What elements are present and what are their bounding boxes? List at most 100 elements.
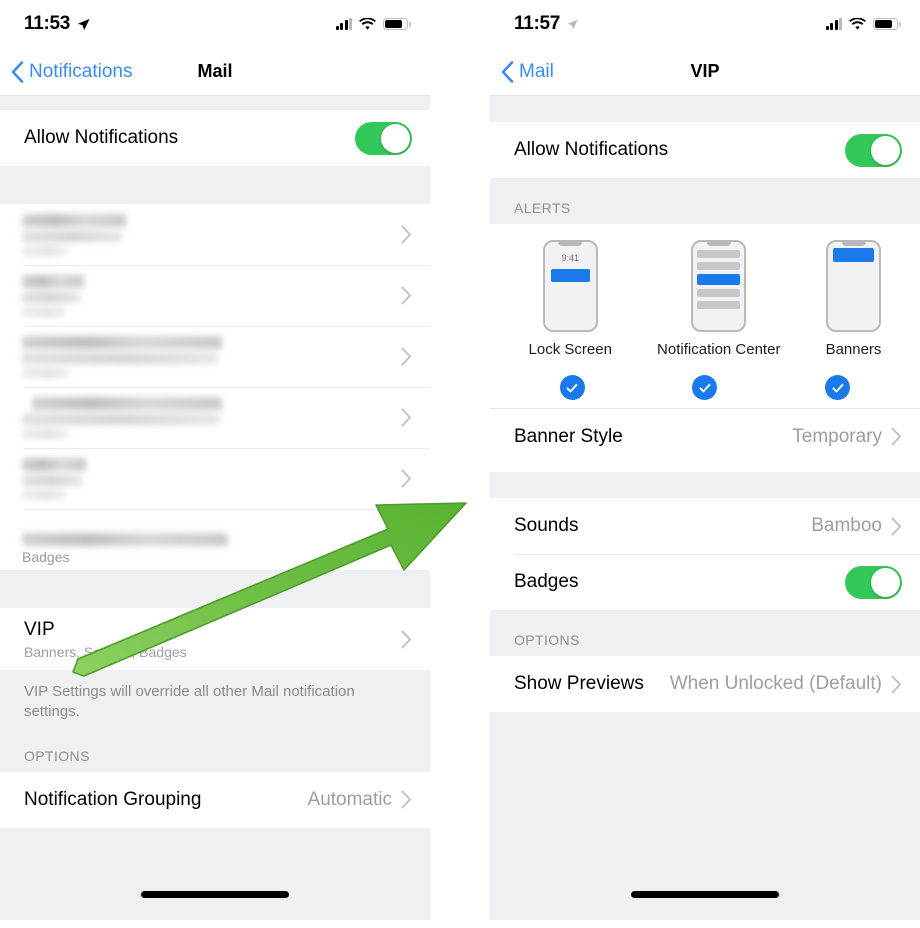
right-phone-screen: 11:57 Mail VIP Allow Notifications ALERT…: [490, 0, 920, 920]
left-status-left: 11:53: [24, 13, 91, 35]
options-group: Notification Grouping Automatic: [0, 771, 430, 828]
allow-notifications-group: Allow Notifications: [490, 122, 920, 178]
section-spacer-1: [490, 472, 920, 498]
allow-notifications-label: Allow Notifications: [24, 127, 179, 148]
alert-option-label: Notification Center: [657, 341, 781, 358]
vip-sublabel: Banners, Sounds, Badges: [24, 643, 187, 660]
alert-option-label: Lock Screen: [528, 341, 612, 358]
vip-label: VIP: [24, 618, 55, 640]
left-status-bar: 11:53: [0, 0, 430, 48]
chevron-left-icon: [11, 60, 24, 83]
chevron-left-icon: [501, 60, 514, 83]
lock-screen-mock-time: 9:41: [561, 253, 579, 263]
banners-preview-icon: [826, 240, 881, 332]
banner-style-value: Temporary: [792, 425, 882, 447]
notification-grouping-right: Automatic: [308, 789, 412, 811]
row-allow-notifications[interactable]: Allow Notifications: [490, 122, 920, 178]
alert-style-options: 9:41 Lock Screen Notification Center Ban…: [490, 240, 920, 358]
cellular-signal-icon: [825, 18, 842, 30]
notification-grouping-value: Automatic: [307, 788, 392, 810]
banner-style-right: Temporary: [792, 426, 902, 448]
checkmark-lock-screen[interactable]: [559, 375, 585, 400]
left-status-right: [335, 17, 411, 31]
right-status-right: [825, 17, 901, 31]
row-vip[interactable]: VIP Banners, Sounds, Badges: [0, 608, 430, 670]
home-indicator[interactable]: [141, 891, 289, 898]
alert-option-lock-screen[interactable]: 9:41 Lock Screen: [529, 240, 612, 358]
chevron-right-icon: [401, 286, 411, 305]
location-arrow-icon: [77, 18, 90, 30]
section-spacer-2: [0, 570, 430, 608]
page-title: VIP: [690, 61, 720, 81]
top-spacer: [490, 96, 920, 122]
blurred-setting-row-1[interactable]: [0, 204, 430, 265]
banner-style-label: Banner Style: [514, 425, 623, 447]
cellular-signal-icon: [335, 18, 352, 30]
sounds-right: Bamboo: [811, 515, 902, 537]
row-sounds[interactable]: Sounds Bamboo: [490, 498, 920, 554]
home-indicator[interactable]: [631, 891, 779, 898]
checkmark-banners[interactable]: [825, 375, 851, 400]
right-status-bar: 11:57: [490, 0, 920, 48]
vip-group: VIP Banners, Sounds, Badges: [0, 608, 430, 670]
alert-option-notification-center[interactable]: Notification Center: [657, 240, 780, 358]
battery-icon: [383, 18, 411, 30]
row-notification-grouping[interactable]: Notification Grouping Automatic: [0, 771, 430, 828]
blurred-setting-row-3[interactable]: [0, 326, 430, 387]
options-group: Show Previews When Unlocked (Default): [490, 656, 920, 712]
allow-notifications-toggle[interactable]: [355, 121, 412, 155]
blurred-text-placeholder: [22, 396, 222, 439]
blurred-setting-row-2[interactable]: [0, 265, 430, 326]
blurred-setting-row-5[interactable]: [0, 448, 430, 509]
allow-notifications-group: Allow Notifications: [0, 110, 430, 166]
chevron-right-icon: [401, 630, 411, 648]
left-phone-screen: 11:53 Notifications Mail Allow Notificat…: [0, 0, 430, 920]
battery-icon: [873, 18, 901, 30]
sounds-value: Bamboo: [811, 515, 882, 536]
chevron-right-icon: [891, 675, 901, 693]
show-previews-value: When Unlocked (Default): [669, 673, 882, 694]
badges-label: Badges: [514, 571, 579, 592]
blurred-text-placeholder: [22, 213, 126, 256]
status-bar-time: 11:57: [514, 13, 561, 34]
back-button-mail[interactable]: Mail: [490, 61, 554, 83]
top-spacer: [0, 96, 430, 110]
options-section-header: OPTIONS: [0, 725, 430, 772]
row-banner-style[interactable]: Banner Style Temporary: [490, 408, 920, 464]
show-previews-right: When Unlocked (Default): [670, 673, 902, 695]
location-arrow-icon: [567, 19, 578, 29]
badges-toggle[interactable]: [845, 565, 902, 599]
chevron-right-icon: [401, 530, 411, 549]
row-show-previews[interactable]: Show Previews When Unlocked (Default): [490, 656, 920, 712]
chevron-right-icon: [401, 225, 411, 244]
allow-notifications-toggle[interactable]: [845, 133, 902, 167]
chevron-right-icon: [401, 408, 411, 427]
right-settings-list: Allow Notifications ALERTS 9:41 Lock Scr…: [490, 96, 920, 920]
row-allow-notifications[interactable]: Allow Notifications: [0, 110, 430, 166]
blurred-text-placeholder: [22, 533, 228, 546]
allow-notifications-label: Allow Notifications: [514, 139, 669, 160]
options-section-header: OPTIONS: [490, 610, 920, 656]
screenshot-root: 11:53 Notifications Mail Allow Notificat…: [0, 0, 920, 928]
vip-footer-text: VIP Settings will override all other Mai…: [0, 670, 430, 726]
alerts-section-header: ALERTS: [490, 178, 920, 224]
chevron-right-icon: [891, 517, 901, 535]
chevron-right-icon: [401, 790, 411, 809]
wifi-icon: [359, 17, 376, 30]
alert-option-banners[interactable]: Banners: [826, 240, 881, 358]
back-button-label: Notifications: [29, 60, 133, 82]
blurred-settings-group: Badges: [0, 204, 430, 570]
chevron-right-icon: [401, 469, 411, 488]
row-badges[interactable]: Badges: [490, 554, 920, 610]
notification-center-preview-icon: [691, 240, 747, 332]
checkmark-notification-center[interactable]: [692, 375, 718, 400]
right-nav-bar: Mail VIP: [490, 48, 920, 96]
status-bar-time: 11:53: [24, 13, 71, 34]
blurred-setting-row-4[interactable]: [0, 387, 430, 448]
sounds-label: Sounds: [514, 515, 579, 536]
back-button-notifications[interactable]: Notifications: [0, 61, 133, 83]
vip-text-stack: VIP Banners, Sounds, Badges: [24, 619, 187, 660]
blurred-setting-row-6[interactable]: Badges: [0, 509, 430, 570]
right-status-left: 11:57: [514, 13, 579, 35]
chevron-right-icon: [401, 347, 411, 366]
